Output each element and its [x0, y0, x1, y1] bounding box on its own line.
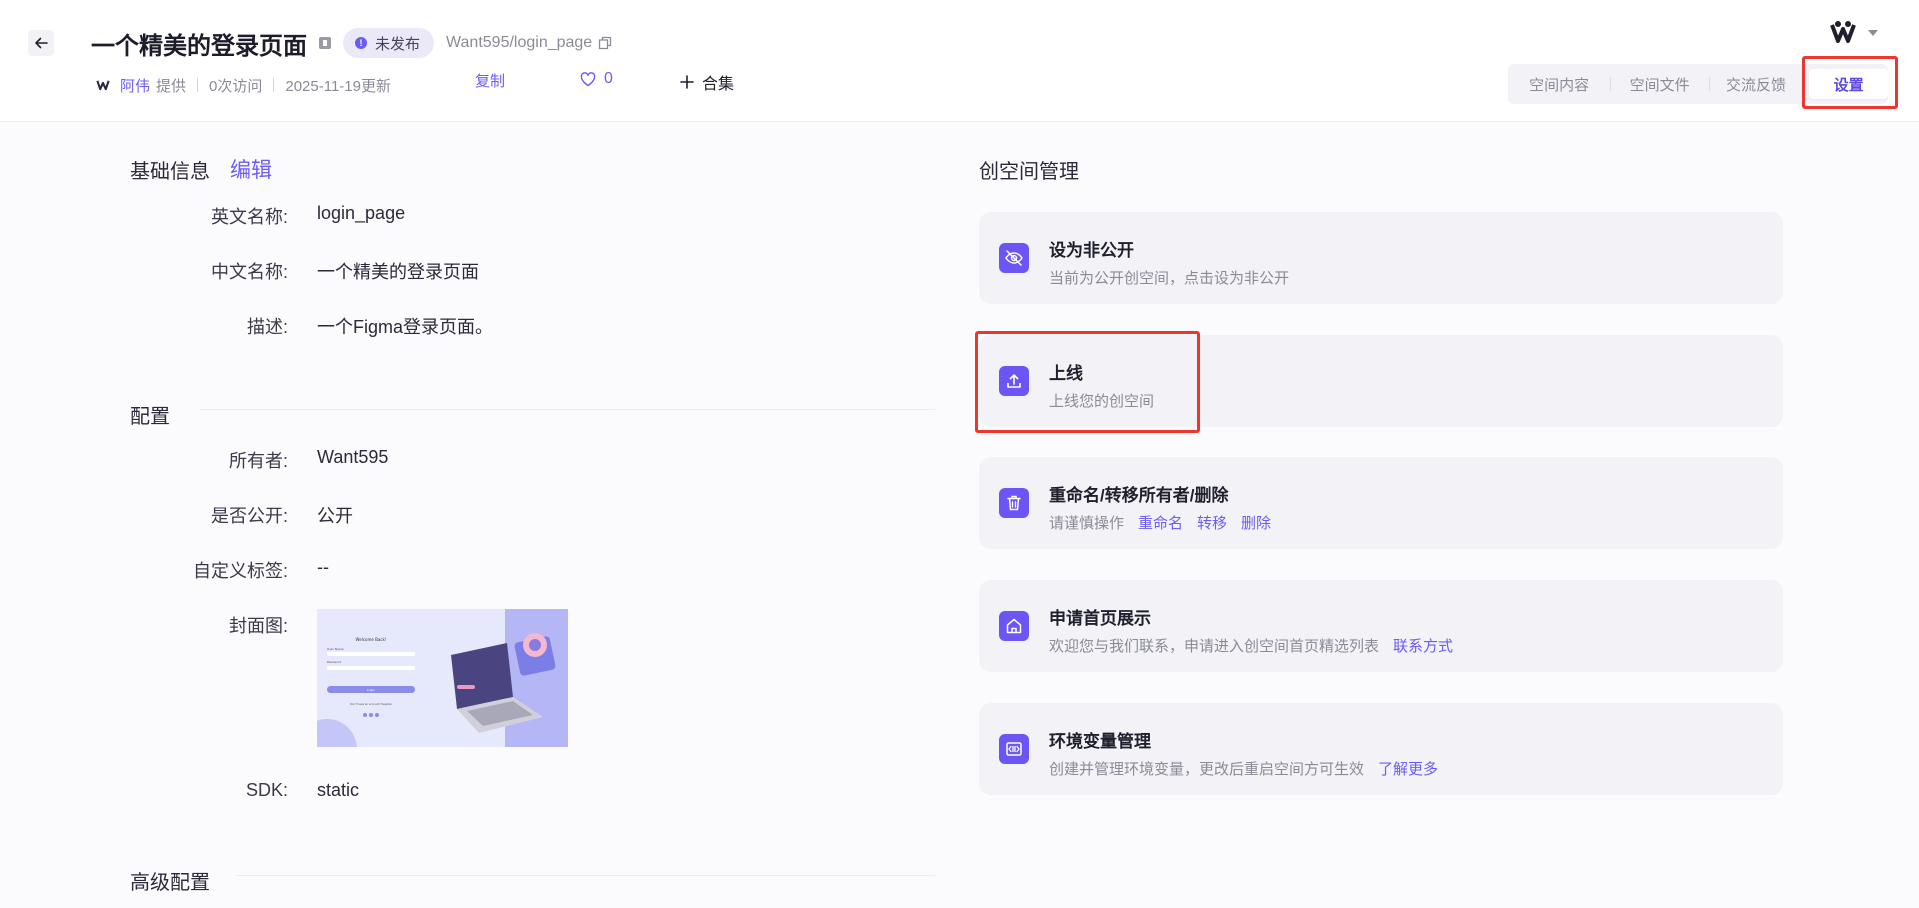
basic-info-heading: 基础信息 编辑	[130, 154, 272, 184]
trash-icon	[999, 488, 1029, 518]
repo-path-text: Want595/login_page	[446, 34, 593, 51]
author-link[interactable]: 阿伟	[120, 75, 150, 96]
home-icon	[999, 611, 1029, 641]
tab-bar: 空间内容 空间文件 交流反馈 设置	[1508, 64, 1888, 104]
visit-count: 0次访问	[209, 77, 263, 95]
chevron-down-icon	[1868, 30, 1878, 36]
updated-time: 2025-11-19更新	[285, 77, 391, 95]
meta-row: 阿伟 提供 0次访问 2025-11-19更新	[96, 74, 391, 96]
collection-label: 合集	[702, 76, 735, 93]
card-env-variables[interactable]: 环境变量管理 创建并管理环境变量，更改后重启空间方可生效 了解更多	[979, 703, 1783, 795]
card-desc-text: 欢迎您与我们联系，申请进入创空间首页精选列表	[1049, 638, 1380, 655]
user-avatar-menu[interactable]	[1828, 18, 1878, 48]
card-desc: 欢迎您与我们联系，申请进入创空间首页精选列表 联系方式	[1049, 635, 1453, 656]
tab-space-content[interactable]: 空间内容	[1508, 64, 1610, 104]
card-desc-text: 上线您的创空间	[1049, 393, 1155, 410]
alert-icon: !	[355, 37, 367, 49]
field-label-cover: 封面图:	[228, 616, 288, 636]
card-desc-text: 请谨慎操作	[1049, 515, 1125, 532]
like-button[interactable]: 0	[580, 70, 613, 88]
cover-password-label: Password	[327, 660, 341, 664]
card-homepage-showcase[interactable]: 申请首页展示 欢迎您与我们联系，申请进入创空间首页精选列表 联系方式	[979, 580, 1783, 672]
field-value-custom-tags: --	[317, 557, 329, 577]
card-title: 设为非公开	[1049, 241, 1134, 260]
contact-link[interactable]: 联系方式	[1393, 635, 1453, 656]
info-icon[interactable]	[319, 37, 331, 49]
avatar	[1830, 21, 1856, 43]
card-title: 环境变量管理	[1049, 732, 1151, 751]
tab-feedback[interactable]: 交流反馈	[1708, 64, 1803, 104]
card-rename-transfer-delete: 重命名/转移所有者/删除 请谨慎操作 重命名 转移 删除	[979, 457, 1783, 549]
collection-button[interactable]: 合集	[680, 70, 734, 94]
card-set-private[interactable]: 设为非公开 当前为公开创空间，点击设为非公开	[979, 212, 1783, 304]
rename-link[interactable]: 重命名	[1138, 512, 1183, 533]
cover-illustration: Welcome Back! User Name Password Login D…	[317, 609, 568, 747]
divider	[200, 409, 935, 410]
field-value-english-name: login_page	[317, 203, 406, 223]
delete-link[interactable]: 删除	[1241, 512, 1271, 533]
cover-image[interactable]: Welcome Back! User Name Password Login D…	[317, 609, 568, 747]
field-label-owner: 所有者:	[228, 451, 288, 471]
divider	[273, 78, 275, 92]
tab-space-files[interactable]: 空间文件	[1610, 64, 1708, 104]
status-badge: ! 未发布	[343, 28, 435, 58]
status-text: 未发布	[375, 35, 421, 53]
repo-path: Want595/login_page	[446, 34, 612, 52]
card-desc: 上线您的创空间	[1049, 390, 1154, 411]
cover-username-label: User Name	[327, 647, 344, 651]
field-value-description: 一个Figma登录页面。	[317, 317, 494, 337]
basic-info-title: 基础信息	[130, 160, 210, 183]
back-button[interactable]	[28, 30, 54, 56]
management-heading: 创空间管理	[979, 161, 1079, 183]
transfer-link[interactable]: 转移	[1197, 512, 1227, 533]
copy-button[interactable]: 复制	[475, 70, 505, 91]
advanced-heading: 高级配置	[130, 872, 210, 894]
card-desc-text: 当前为公开创空间，点击设为非公开	[1049, 270, 1290, 287]
config-heading: 配置	[130, 406, 170, 428]
header: 一个精美的登录页面 ! 未发布 Want595/login_page 阿伟 提供…	[0, 0, 1919, 122]
cover-welcome-text: Welcome Back!	[356, 637, 387, 642]
page-title: 一个精美的登录页面	[91, 32, 307, 60]
field-label-description: 描述:	[246, 317, 288, 337]
eye-off-icon	[999, 243, 1029, 273]
card-desc-text: 创建并管理环境变量，更改后重启空间方可生效	[1049, 761, 1365, 778]
field-label-chinese-name: 中文名称:	[210, 262, 288, 282]
title-row: 一个精美的登录页面 ! 未发布 Want595/login_page	[91, 26, 612, 60]
field-value-chinese-name: 一个精美的登录页面	[317, 262, 479, 282]
learn-more-link[interactable]: 了解更多	[1378, 758, 1438, 779]
card-desc: 创建并管理环境变量，更改后重启空间方可生效 了解更多	[1049, 758, 1438, 779]
card-go-online[interactable]: 上线 上线您的创空间	[979, 335, 1783, 427]
card-desc: 当前为公开创空间，点击设为非公开	[1049, 267, 1289, 288]
divider	[236, 875, 935, 876]
cover-footer-text: Don't have an account? Register	[350, 702, 393, 706]
field-value-sdk: static	[317, 780, 360, 800]
like-count: 0	[604, 70, 613, 87]
tab-settings[interactable]: 设置	[1809, 69, 1888, 99]
field-value-public: 公开	[317, 506, 353, 526]
cover-login-button: Login	[367, 688, 375, 692]
card-desc: 请谨慎操作 重命名 转移 删除	[1049, 512, 1271, 533]
arrow-left-icon	[35, 37, 48, 49]
plus-icon	[680, 75, 694, 89]
provided-text: 提供	[156, 77, 187, 95]
author-logo-icon	[96, 80, 110, 91]
copy-icon[interactable]	[598, 36, 612, 50]
field-value-owner: Want595	[317, 447, 389, 467]
card-title: 重命名/转移所有者/删除	[1049, 486, 1229, 505]
edit-button[interactable]: 编辑	[230, 154, 272, 184]
upload-icon	[999, 366, 1029, 396]
field-label-public: 是否公开:	[210, 506, 288, 526]
variable-icon	[999, 734, 1029, 764]
divider	[197, 78, 199, 92]
field-label-english-name: 英文名称:	[210, 207, 288, 227]
card-title: 上线	[1049, 364, 1083, 383]
field-label-sdk: SDK:	[245, 780, 288, 800]
heart-icon	[580, 71, 596, 86]
field-label-custom-tags: 自定义标签:	[192, 561, 288, 581]
card-title: 申请首页展示	[1049, 609, 1151, 628]
